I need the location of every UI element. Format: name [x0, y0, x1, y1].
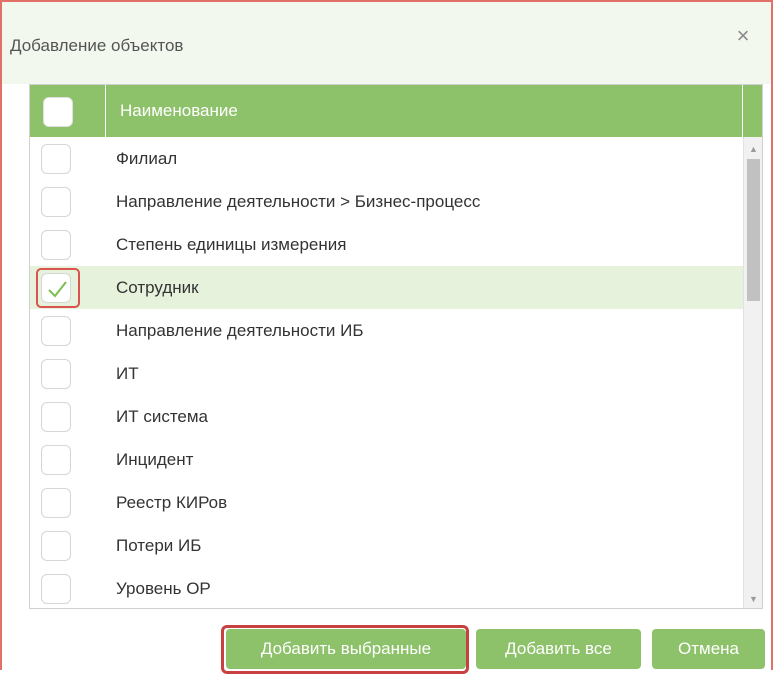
row-checkbox[interactable]	[41, 531, 71, 561]
row-checkbox[interactable]	[41, 187, 71, 217]
row-label: Филиал	[116, 149, 178, 168]
row-label: Направление деятельности > Бизнес-процес…	[116, 192, 481, 211]
row-checkbox[interactable]	[41, 230, 71, 260]
row-checkbox[interactable]	[41, 488, 71, 518]
chevron-up-icon[interactable]: ▲	[744, 141, 762, 157]
row-checkbox[interactable]	[41, 144, 71, 174]
row-label: Реестр КИРов	[116, 493, 228, 512]
table-row[interactable]: Филиал	[30, 137, 743, 180]
column-header-name[interactable]: Наименование	[120, 101, 238, 121]
row-checkbox[interactable]	[41, 445, 71, 475]
row-checkbox[interactable]	[41, 402, 71, 432]
header-separator	[742, 85, 743, 137]
grid-header: Наименование	[30, 85, 762, 137]
row-label: Степень единицы измерения	[116, 235, 347, 254]
dialog-header: Добавление объектов ×	[2, 2, 771, 84]
header-check-cell	[30, 85, 106, 137]
table-row[interactable]: ИТ	[30, 352, 743, 395]
row-label: Потери ИБ	[116, 536, 202, 555]
table-row[interactable]: Сотрудник	[30, 266, 743, 309]
row-checkbox[interactable]	[41, 574, 71, 604]
row-checkbox[interactable]	[41, 316, 71, 346]
table-row[interactable]: ИТ система	[30, 395, 743, 438]
select-all-checkbox[interactable]	[43, 97, 73, 127]
table-row[interactable]: Степень единицы измерения	[30, 223, 743, 266]
vertical-scrollbar[interactable]: ▲ ▼	[743, 137, 762, 608]
row-label: Уровень ОР	[116, 579, 211, 598]
row-label: ИТ система	[116, 407, 209, 426]
dialog-footer: Добавить выбранные Добавить все Отмена	[2, 609, 771, 674]
grid-rows: Филиал Направление деятельности > Бизнес-…	[30, 137, 743, 608]
add-all-button[interactable]: Добавить все	[476, 629, 641, 669]
row-label: Сотрудник	[116, 278, 199, 297]
cancel-button[interactable]: Отмена	[652, 629, 765, 669]
row-label: Инцидент	[116, 450, 194, 469]
checkbox-highlight	[36, 268, 80, 308]
table-row[interactable]: Реестр КИРов	[30, 481, 743, 524]
chevron-down-icon[interactable]: ▼	[744, 591, 762, 607]
close-icon[interactable]: ×	[731, 24, 755, 48]
dialog-title: Добавление объектов	[10, 36, 184, 55]
add-selected-button[interactable]: Добавить выбранные	[226, 629, 466, 669]
table-row[interactable]: Уровень ОР	[30, 567, 743, 608]
add-objects-dialog: Добавление объектов × Наименование Филиа…	[0, 0, 773, 674]
row-label: Направление деятельности ИБ	[116, 321, 364, 340]
row-checkbox[interactable]	[41, 359, 71, 389]
objects-grid: Наименование Филиал Направление деятельно…	[29, 84, 763, 609]
table-row[interactable]: Направление деятельности ИБ	[30, 309, 743, 352]
table-row[interactable]: Направление деятельности > Бизнес-процес…	[30, 180, 743, 223]
row-label: ИТ	[116, 364, 139, 383]
scrollbar-thumb[interactable]	[747, 159, 760, 301]
table-row[interactable]: Инцидент	[30, 438, 743, 481]
table-row[interactable]: Потери ИБ	[30, 524, 743, 567]
